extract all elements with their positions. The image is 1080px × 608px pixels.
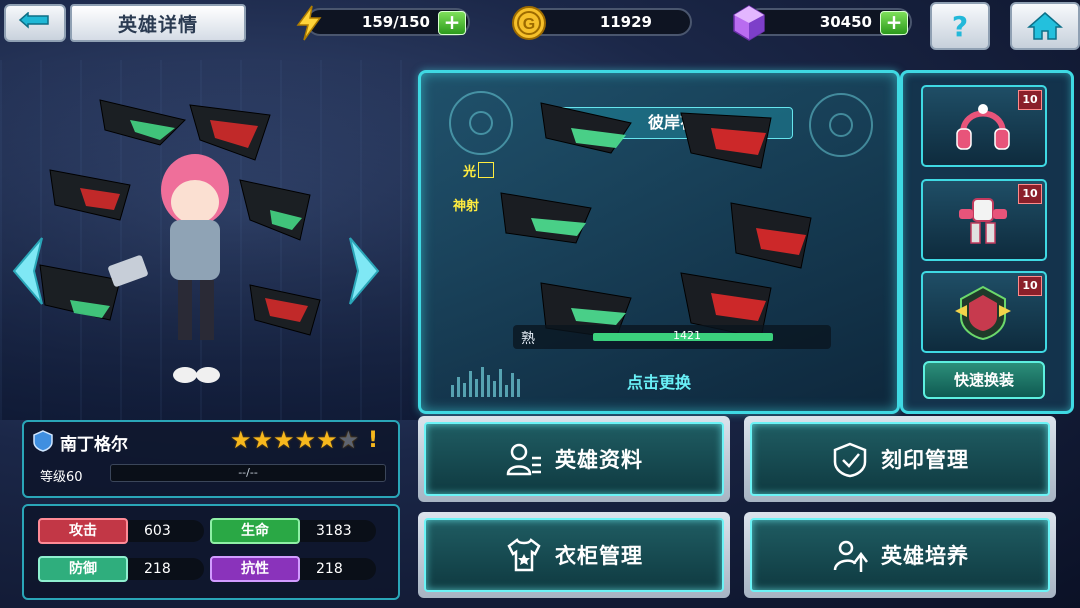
gold-value: 11929 <box>599 13 652 31</box>
equipment-level: 10 <box>1018 276 1042 296</box>
star-filled-icon: ★ <box>230 426 252 454</box>
energy-value: 159/150 <box>361 13 430 31</box>
gold-counter: G 11929 <box>512 6 692 40</box>
hero-level: 等级60 <box>40 470 83 485</box>
top-bar: 英雄详情 159/150 + G 11929 30450 + ? <box>0 0 1080 50</box>
home-button[interactable] <box>1010 2 1080 50</box>
stat-value: 218 <box>300 558 376 580</box>
exp-bar: --/-- <box>110 464 386 482</box>
hero-train-button[interactable]: 英雄培养 <box>744 512 1056 598</box>
emblem-icon <box>955 285 1011 341</box>
hero-sprite <box>39 99 321 383</box>
headphones-icon <box>956 104 1010 150</box>
help-button[interactable]: ? <box>930 2 990 50</box>
stat-hp: 生命 3183 <box>210 518 376 544</box>
previous-hero-arrow-icon[interactable] <box>10 236 46 306</box>
energy-counter: 159/150 + <box>296 5 470 41</box>
gem-icon <box>730 4 768 42</box>
stat-label: 防御 <box>38 556 128 582</box>
equipment-slot-2[interactable]: 10 <box>921 179 1047 261</box>
equipment-panel: 10 10 10 快速换装 <box>900 70 1074 414</box>
wardrobe-manage-label: 衣柜管理 <box>555 544 643 568</box>
wardrobe-manage-button[interactable]: 衣柜管理 <box>418 512 730 598</box>
stats-panel: 攻击 603 生命 3183 防御 218 抗性 218 <box>22 504 400 600</box>
stat-label: 攻击 <box>38 518 128 544</box>
stat-attack: 攻击 603 <box>38 518 204 544</box>
level-up-icon <box>833 540 868 572</box>
tshirt-icon <box>507 538 541 572</box>
next-hero-arrow-icon[interactable] <box>346 236 382 306</box>
hero-class-icon <box>33 430 53 452</box>
hero-name: 南丁格尔 <box>60 435 128 455</box>
hero-info-label: 英雄资料 <box>555 448 643 472</box>
stat-label: 生命 <box>210 518 300 544</box>
mech-armor-icon <box>959 198 1007 244</box>
stat-label: 抗性 <box>210 556 300 582</box>
question-icon: ? <box>951 9 969 43</box>
hero-train-label: 英雄培养 <box>881 544 969 568</box>
hero-info-panel: 南丁格尔 ★ ★ ★ ★ ★ ★ ! 等级60 --/-- <box>22 420 400 498</box>
lightning-icon <box>290 4 328 42</box>
tap-to-change-label[interactable]: 点击更换 <box>421 369 897 393</box>
star-up-alert-icon[interactable]: ! <box>368 428 378 453</box>
star-rating: ★ ★ ★ ★ ★ ★ <box>230 426 359 454</box>
imprint-icon <box>833 442 867 478</box>
imprint-manage-label: 刻印管理 <box>881 448 969 472</box>
hero-display <box>10 70 410 400</box>
proficiency-value: 1421 <box>673 329 701 342</box>
weapon-drones-preview <box>500 102 812 339</box>
weapon-skill: 神射 <box>453 199 480 214</box>
back-button[interactable] <box>4 4 66 42</box>
equipment-slot-1[interactable]: 10 <box>921 85 1047 167</box>
star-filled-icon: ★ <box>273 426 295 454</box>
star-filled-icon: ★ <box>316 426 338 454</box>
gem-counter: 30450 + <box>733 5 912 41</box>
imprint-manage-button[interactable]: 刻印管理 <box>744 416 1056 502</box>
proficiency-bar: 熟 1421 <box>513 325 831 349</box>
svg-text:G: G <box>523 16 535 33</box>
star-empty-icon: ★ <box>337 426 360 454</box>
back-arrow-icon <box>18 12 49 29</box>
stat-resistance: 抗性 218 <box>210 556 376 582</box>
page-title: 英雄详情 <box>70 4 246 42</box>
gem-value: 30450 <box>819 13 872 31</box>
equipment-slot-3[interactable]: 10 <box>921 271 1047 353</box>
stat-defense: 防御 218 <box>38 556 204 582</box>
proficiency-label: 熟 <box>521 331 535 347</box>
quick-swap-button[interactable]: 快速换装 <box>923 361 1045 399</box>
add-gem-button[interactable]: + <box>880 11 908 35</box>
stat-value: 218 <box>128 558 204 580</box>
add-energy-button[interactable]: + <box>438 11 466 35</box>
home-icon <box>1027 12 1063 40</box>
profile-icon <box>506 443 541 476</box>
star-filled-icon: ★ <box>294 426 317 454</box>
equipment-level: 10 <box>1018 184 1042 204</box>
weapon-panel[interactable]: 彼岸花 光 神射 熟 1421 点击更换 <box>418 70 900 414</box>
stat-value: 3183 <box>300 520 376 542</box>
hero-info-button[interactable]: 英雄资料 <box>418 416 730 502</box>
equipment-level: 10 <box>1018 90 1042 110</box>
stat-value: 603 <box>128 520 204 542</box>
gold-coin-icon: G <box>510 4 548 42</box>
star-filled-icon: ★ <box>251 426 274 454</box>
